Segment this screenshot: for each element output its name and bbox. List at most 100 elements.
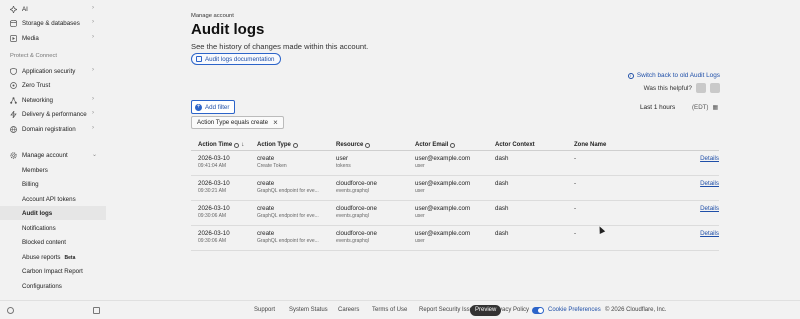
table-header: Action Time ↓ Action Type Resource Actor … — [191, 140, 719, 151]
sidebar-item-configurations[interactable]: Configurations — [0, 279, 106, 293]
sidebar-item-account-api-tokens[interactable]: Account API tokens — [0, 192, 106, 206]
sidebar-item-label: Networking — [22, 96, 53, 104]
cookie-toggle[interactable] — [532, 307, 544, 314]
action-date: 2026-03-10 — [198, 230, 230, 237]
sidebar-item-notifications[interactable]: Notifications — [0, 221, 106, 235]
sidebar-item-zero-trust[interactable]: Zero Trust — [0, 78, 106, 92]
sidebar-item-label: Blocked content — [22, 238, 67, 246]
sidebar-item-members[interactable]: Members — [0, 163, 106, 177]
actor-type: user — [415, 213, 425, 219]
zone-name: - — [574, 230, 577, 237]
sidebar-item-label: Application security — [22, 67, 76, 75]
ai-icon — [9, 4, 18, 14]
thumbs-up-icon[interactable] — [696, 83, 706, 93]
sidebar-item-label: Configurations — [22, 282, 62, 290]
main-content: Manage account Audit logs See the histor… — [106, 0, 800, 300]
audit-logs-documentation-button[interactable]: Audit logs documentation — [191, 53, 282, 65]
sidebar-item-delivery[interactable]: Delivery & performance › — [0, 107, 106, 121]
footer-link-support[interactable]: Support — [254, 307, 275, 313]
sidebar-item-label: Manage account — [22, 151, 68, 159]
details-link[interactable]: Details — [700, 205, 719, 212]
sidebar-item-media[interactable]: Media › — [0, 31, 106, 45]
details-link[interactable]: Details — [700, 230, 719, 237]
action-date: 2026-03-10 — [198, 180, 230, 187]
actor-email: user@example.com — [415, 230, 471, 237]
actor-email: user@example.com — [415, 180, 471, 187]
breadcrumb[interactable]: Manage account — [191, 13, 234, 19]
actor-type: user — [415, 163, 425, 169]
resource: cloudforce-one — [336, 230, 377, 237]
plus-icon: + — [195, 103, 202, 111]
action-time: 09:30:06 AM — [198, 213, 227, 219]
actor-email: user@example.com — [415, 155, 471, 162]
zone-name: - — [574, 205, 577, 212]
preview-badge[interactable]: Preview — [470, 305, 502, 316]
sidebar-section-heading: Protect & Connect — [10, 53, 58, 59]
close-icon[interactable]: × — [273, 118, 278, 127]
zone-name: - — [574, 155, 577, 162]
chevron-down-icon: ⌄ — [92, 152, 98, 158]
table-row: 2026-03-10 09:30:06 AM create GraphQL endp… — [191, 201, 719, 226]
sidebar-item-manage-account[interactable]: Manage account ⌄ — [0, 148, 106, 162]
sidebar-item-carbon-impact-report[interactable]: Carbon Impact Report — [0, 264, 106, 278]
footer-link-privacy[interactable]: vacy Policy — [499, 307, 529, 313]
footer-link-system-status[interactable]: System Status — [289, 307, 328, 313]
footer-link-report-security[interactable]: Report Security Issu — [419, 307, 473, 313]
collapse-icon[interactable] — [93, 307, 100, 314]
sidebar-item-billing[interactable]: Billing — [0, 177, 106, 191]
info-icon — [234, 142, 240, 148]
sidebar-item-blocked-content[interactable]: Blocked content — [0, 235, 106, 249]
footer-link-terms[interactable]: Terms of Use — [372, 307, 407, 313]
sidebar-item-label: Members — [22, 166, 48, 174]
sidebar-item-audit-logs[interactable]: Audit logs — [0, 206, 106, 220]
copyright: © 2026 Cloudflare, Inc. — [605, 307, 667, 313]
chevron-right-icon: › — [92, 34, 94, 40]
add-filter-button[interactable]: + Add filter — [191, 100, 236, 114]
sidebar-item-application-security[interactable]: Application security › — [0, 64, 106, 78]
sidebar-item-networking[interactable]: Networking › — [0, 93, 106, 107]
switch-old-audit-logs-link[interactable]: i Switch back to old Audit Logs — [627, 72, 720, 79]
column-header-actor-email: Actor Email — [415, 142, 456, 148]
actor-context: dash — [495, 230, 509, 237]
action-type: create — [257, 205, 275, 212]
details-link[interactable]: Details — [700, 155, 719, 162]
footer-link-cookie-preferences[interactable]: Cookie Preferences — [548, 307, 601, 313]
action-description: GraphQL endpoint for eve... — [257, 213, 319, 219]
details-link[interactable]: Details — [700, 180, 719, 187]
sidebar-item-label: Abuse reports — [22, 253, 61, 261]
lightning-icon — [10, 110, 17, 118]
sidebar: AI › Storage & databases › Media › Prote… — [0, 0, 106, 319]
action-type: create — [257, 180, 275, 187]
sidebar-item-label: Domain registration — [22, 125, 76, 133]
column-label: Zone Name — [574, 142, 607, 148]
filter-chip[interactable]: Action Type equals create × — [191, 116, 284, 129]
resource-type: events.graphql — [336, 213, 369, 219]
resource: user — [336, 155, 349, 162]
table-row: 2026-03-10 09:41:04 AM create Create Token… — [191, 151, 719, 176]
action-type: create — [257, 155, 275, 162]
sidebar-item-storage[interactable]: Storage & databases › — [0, 16, 106, 30]
resource-type: events.graphql — [336, 188, 369, 194]
sidebar-toggle-icon[interactable] — [7, 307, 14, 314]
sidebar-item-abuse-reports[interactable]: Abuse reports Beta — [0, 250, 106, 264]
actor-type: user — [415, 188, 425, 194]
chevron-right-icon: › — [92, 67, 94, 73]
thumbs-down-icon[interactable] — [710, 83, 720, 93]
gear-icon — [10, 151, 17, 159]
filter-chip-label: Action Type equals create — [197, 119, 269, 126]
sidebar-item-label: Storage & databases — [22, 19, 80, 27]
sidebar-item-domain-registration[interactable]: Domain registration › — [0, 122, 106, 136]
footer-link-careers[interactable]: Careers — [338, 307, 359, 313]
database-icon — [10, 19, 17, 27]
resource: cloudforce-one — [336, 205, 377, 212]
timezone-selector[interactable]: (EDT) ▦ — [692, 104, 718, 111]
sidebar-item-label: Audit logs — [22, 209, 53, 217]
sidebar-item-ai[interactable]: AI › — [0, 2, 106, 16]
actor-context: dash — [495, 205, 509, 212]
shield-icon — [10, 67, 17, 75]
column-header-actor-context: Actor Context — [495, 142, 535, 148]
column-header-action-time[interactable]: Action Time ↓ — [198, 142, 244, 148]
zero-trust-icon — [10, 81, 17, 89]
column-label: Actor Context — [495, 142, 535, 148]
time-range-selector[interactable]: Last 1 hours — [640, 104, 675, 111]
